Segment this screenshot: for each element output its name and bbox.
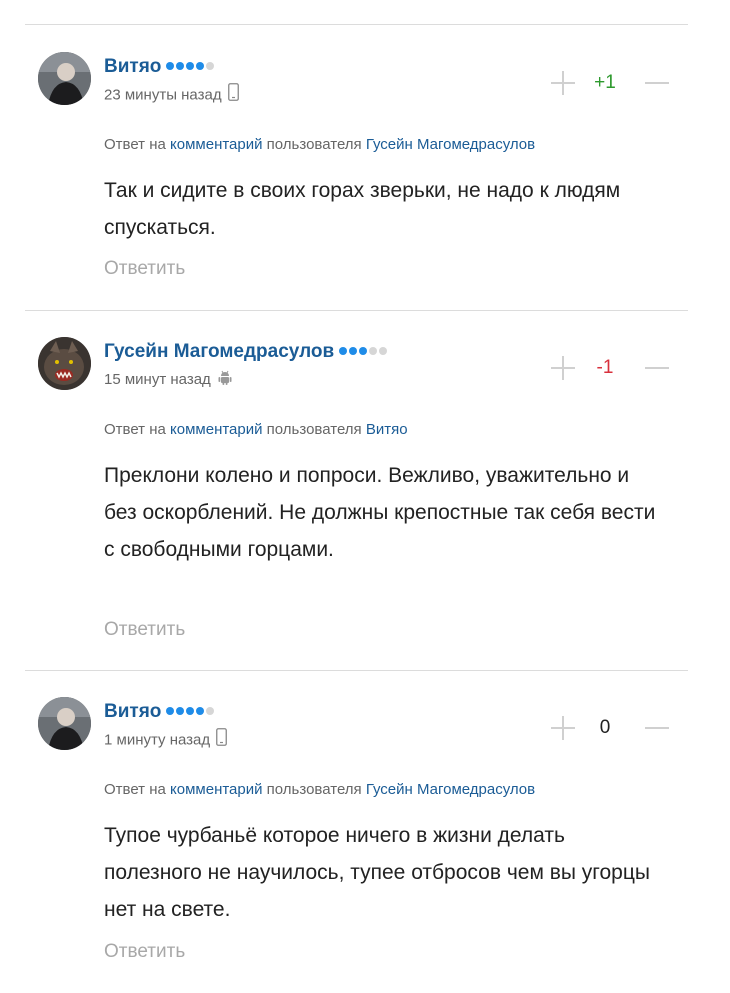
avatar[interactable] [38, 337, 91, 390]
comment-text: Тупое чурбаньё которое ничего в жизни де… [104, 824, 650, 921]
comment-time: 1 минуту назад [104, 731, 211, 749]
reply-button[interactable]: Ответить [104, 619, 185, 641]
comment-text: Так и сидите в своих горах зверьки, не н… [104, 179, 621, 239]
reply-context: Ответ на комментарий пользователя Витяо [104, 421, 408, 438]
comment-score: 0 [599, 717, 611, 738]
parent-user-link[interactable]: Гусейн Магомедрасулов [366, 136, 535, 153]
parent-comment-link[interactable]: комментарий [170, 781, 262, 798]
upvote-button[interactable] [548, 353, 578, 383]
comment-score: -1 [596, 357, 614, 378]
comment-divider [25, 670, 688, 671]
vote-controls: 0 [548, 713, 673, 743]
parent-user-link[interactable]: Витяо [366, 421, 408, 438]
comment-score: +1 [594, 72, 616, 93]
reply-middle: пользователя [266, 421, 362, 438]
vote-controls: +1 [548, 68, 673, 98]
vote-controls: -1 [548, 353, 673, 383]
comment-author[interactable]: Витяо [104, 701, 216, 723]
comment-text: Преклони колено и попроси. Вежливо, уваж… [104, 464, 656, 561]
reply-button[interactable]: Ответить [104, 258, 185, 280]
reply-context: Ответ на комментарий пользователя Гусейн… [104, 781, 535, 798]
reply-prefix: Ответ на [104, 781, 166, 798]
author-name[interactable]: Витяо [104, 701, 161, 722]
avatar[interactable] [38, 52, 91, 105]
android-icon [217, 369, 233, 389]
comment-time: 23 минуты назад [104, 86, 222, 104]
reply-middle: пользователя [266, 781, 362, 798]
comment-author[interactable]: Гусейн Магомедрасулов [104, 341, 389, 363]
parent-comment-link[interactable]: комментарий [170, 136, 262, 153]
upvote-button[interactable] [548, 713, 578, 743]
avatar[interactable] [38, 697, 91, 750]
downvote-button[interactable] [645, 68, 671, 98]
reply-button[interactable]: Ответить [104, 941, 185, 963]
comment-meta: 23 минуты назад [104, 83, 239, 105]
parent-comment-link[interactable]: комментарий [170, 421, 262, 438]
reply-prefix: Ответ на [104, 136, 166, 153]
mobile-phone-icon [227, 83, 239, 105]
user-rating-dots [339, 339, 389, 361]
upvote-button[interactable] [548, 68, 578, 98]
reply-middle: пользователя [266, 136, 362, 153]
reply-prefix: Ответ на [104, 421, 166, 438]
top-divider [25, 24, 688, 25]
parent-user-link[interactable]: Гусейн Магомедрасулов [366, 781, 535, 798]
author-name[interactable]: Витяо [104, 56, 161, 77]
comment-meta: 15 минут назад [104, 369, 233, 389]
downvote-button[interactable] [645, 713, 671, 743]
comment-meta: 1 минуту назад [104, 728, 228, 750]
author-name[interactable]: Гусейн Магомедрасулов [104, 341, 334, 362]
mobile-phone-icon [216, 728, 228, 750]
user-rating-dots [166, 54, 216, 76]
reply-context: Ответ на комментарий пользователя Гусейн… [104, 136, 535, 153]
comment-author[interactable]: Витяо [104, 56, 216, 78]
downvote-button[interactable] [645, 353, 671, 383]
comment-divider [25, 310, 688, 311]
user-rating-dots [166, 699, 216, 721]
comment-time: 15 минут назад [104, 371, 211, 388]
